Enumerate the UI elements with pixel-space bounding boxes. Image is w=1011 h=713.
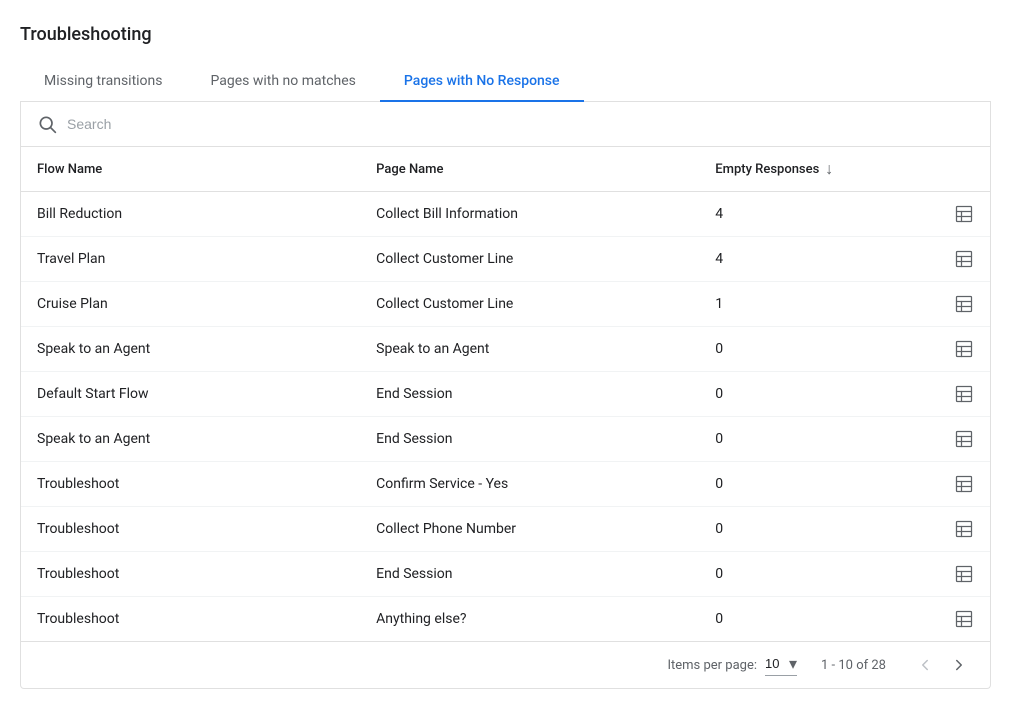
cell-page-name: Confirm Service - Yes (360, 462, 699, 507)
list-view-icon[interactable] (909, 429, 974, 449)
cell-page-name: End Session (360, 417, 699, 462)
cell-action-icon[interactable] (893, 327, 990, 372)
items-per-page-label: Items per page: (667, 658, 757, 673)
per-page-select[interactable]: 10 25 50 100 (765, 656, 787, 671)
table-row: TroubleshootConfirm Service - Yes0 (21, 462, 990, 507)
chevron-right-icon (950, 656, 968, 674)
table-row: TroubleshootEnd Session0 (21, 552, 990, 597)
cell-empty-responses: 0 (699, 372, 893, 417)
pagination-info: 1 - 10 of 28 (821, 658, 886, 673)
list-view-icon[interactable] (909, 204, 974, 224)
cell-empty-responses: 4 (699, 192, 893, 237)
list-view-icon[interactable] (909, 294, 974, 314)
cell-action-icon[interactable] (893, 372, 990, 417)
cell-empty-responses: 4 (699, 237, 893, 282)
cell-action-icon[interactable] (893, 552, 990, 597)
list-view-icon[interactable] (909, 519, 974, 539)
table-row: TroubleshootAnything else?0 (21, 597, 990, 642)
cell-action-icon[interactable] (893, 462, 990, 507)
cell-flow-name: Speak to an Agent (21, 327, 360, 372)
col-page-name: Page Name (360, 147, 699, 192)
col-empty-responses[interactable]: Empty Responses ↓ (699, 147, 893, 192)
cell-flow-name: Bill Reduction (21, 192, 360, 237)
cell-empty-responses: 0 (699, 417, 893, 462)
cell-flow-name: Troubleshoot (21, 507, 360, 552)
cell-flow-name: Cruise Plan (21, 282, 360, 327)
cell-page-name: Speak to an Agent (360, 327, 699, 372)
cell-action-icon[interactable] (893, 417, 990, 462)
dropdown-arrow-icon: ▾ (789, 654, 797, 673)
search-input[interactable] (67, 116, 974, 132)
sort-arrow-icon: ↓ (825, 159, 833, 179)
table-row: TroubleshootCollect Phone Number0 (21, 507, 990, 552)
cell-page-name: End Session (360, 552, 699, 597)
list-view-icon[interactable] (909, 609, 974, 629)
cell-flow-name: Default Start Flow (21, 372, 360, 417)
content-area: Flow Name Page Name Empty Responses ↓ Bi… (20, 102, 991, 689)
cell-empty-responses: 0 (699, 552, 893, 597)
tab-missing-transitions[interactable]: Missing transitions (20, 61, 187, 101)
cell-empty-responses: 0 (699, 597, 893, 642)
list-view-icon[interactable] (909, 249, 974, 269)
cell-page-name: End Session (360, 372, 699, 417)
cell-page-name: Collect Bill Information (360, 192, 699, 237)
table-row: Default Start FlowEnd Session0 (21, 372, 990, 417)
cell-empty-responses: 0 (699, 327, 893, 372)
list-view-icon[interactable] (909, 564, 974, 584)
table-header-row: Flow Name Page Name Empty Responses ↓ (21, 147, 990, 192)
table-row: Bill ReductionCollect Bill Information4 (21, 192, 990, 237)
list-view-icon[interactable] (909, 339, 974, 359)
cell-page-name: Anything else? (360, 597, 699, 642)
list-view-icon[interactable] (909, 474, 974, 494)
chevron-left-icon (916, 656, 934, 674)
table-row: Travel PlanCollect Customer Line4 (21, 237, 990, 282)
cell-page-name: Collect Customer Line (360, 237, 699, 282)
prev-page-button[interactable] (910, 652, 940, 678)
items-per-page: Items per page: 10 25 50 100 ▾ (667, 654, 797, 676)
cell-action-icon[interactable] (893, 282, 990, 327)
cell-flow-name: Troubleshoot (21, 462, 360, 507)
search-icon (37, 114, 57, 134)
cell-flow-name: Travel Plan (21, 237, 360, 282)
cell-flow-name: Troubleshoot (21, 552, 360, 597)
tab-pages-no-response[interactable]: Pages with No Response (380, 61, 584, 101)
tabs-container: Missing transitions Pages with no matche… (20, 61, 991, 102)
cell-empty-responses: 0 (699, 462, 893, 507)
cell-action-icon[interactable] (893, 507, 990, 552)
data-table: Flow Name Page Name Empty Responses ↓ Bi… (21, 147, 990, 641)
next-page-button[interactable] (944, 652, 974, 678)
table-row: Speak to an AgentSpeak to an Agent0 (21, 327, 990, 372)
cell-action-icon[interactable] (893, 597, 990, 642)
list-view-icon[interactable] (909, 384, 974, 404)
table-footer: Items per page: 10 25 50 100 ▾ 1 - 10 of… (21, 641, 990, 688)
cell-flow-name: Troubleshoot (21, 597, 360, 642)
cell-action-icon[interactable] (893, 192, 990, 237)
cell-page-name: Collect Phone Number (360, 507, 699, 552)
cell-page-name: Collect Customer Line (360, 282, 699, 327)
cell-empty-responses: 1 (699, 282, 893, 327)
cell-empty-responses: 0 (699, 507, 893, 552)
col-actions (893, 147, 990, 192)
pagination-nav (910, 652, 974, 678)
page-title: Troubleshooting (20, 24, 991, 45)
cell-flow-name: Speak to an Agent (21, 417, 360, 462)
table-row: Cruise PlanCollect Customer Line1 (21, 282, 990, 327)
table-row: Speak to an AgentEnd Session0 (21, 417, 990, 462)
cell-action-icon[interactable] (893, 237, 990, 282)
tab-pages-no-matches[interactable]: Pages with no matches (187, 61, 380, 101)
col-flow-name: Flow Name (21, 147, 360, 192)
search-bar (21, 102, 990, 147)
